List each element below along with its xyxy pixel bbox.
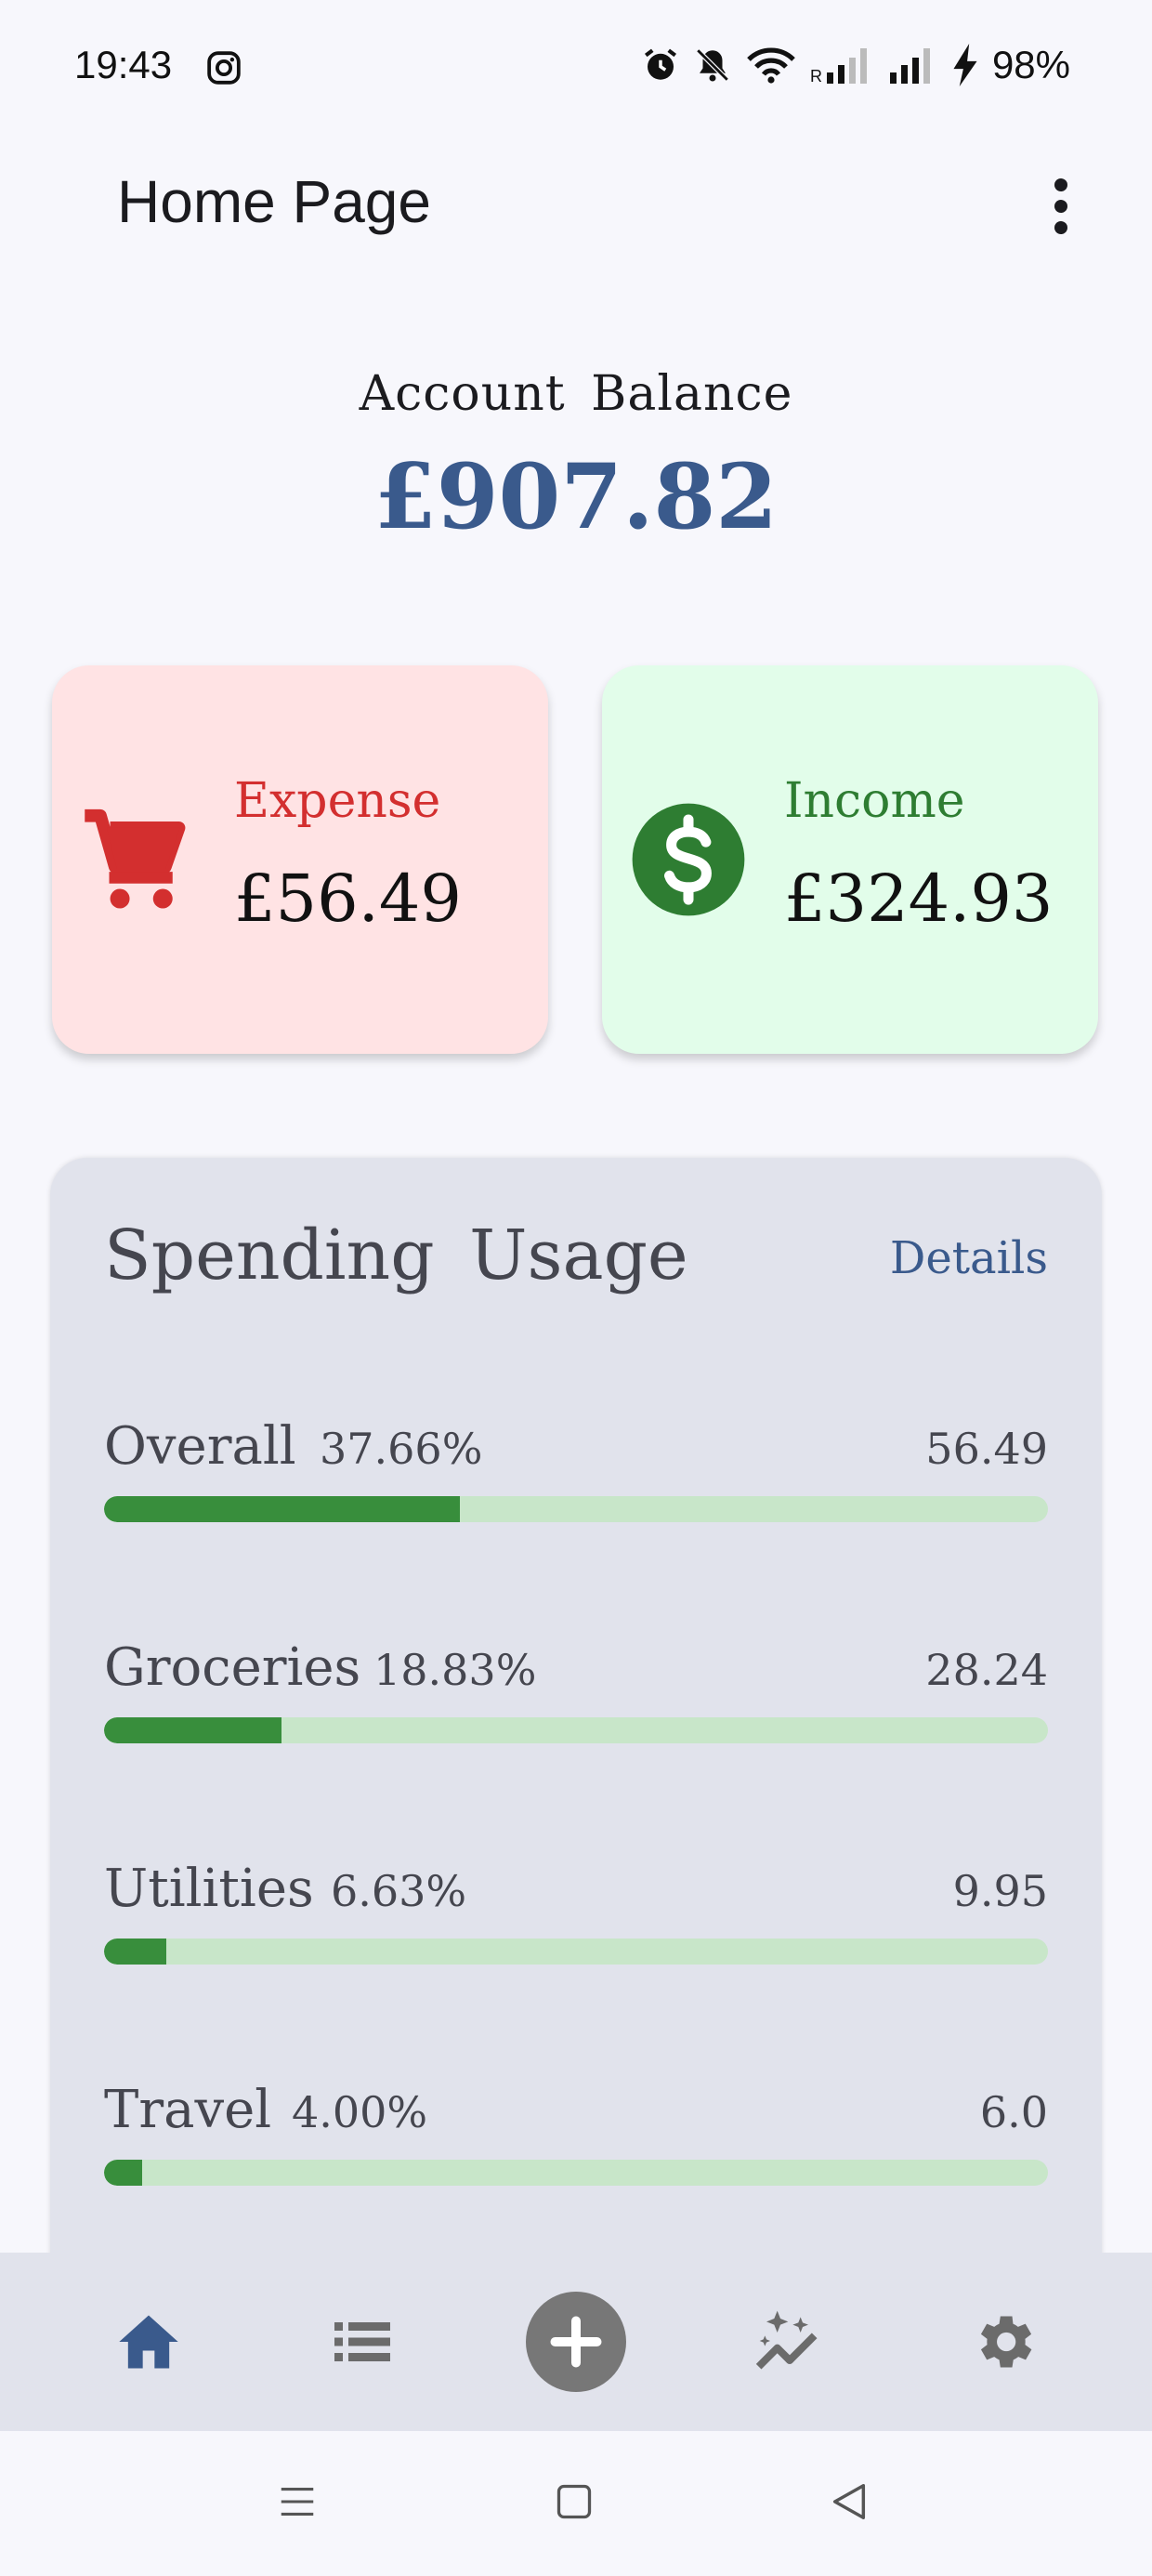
details-link[interactable]: Details	[890, 1232, 1048, 1284]
usage-progress-track	[104, 1717, 1048, 1743]
income-card[interactable]: Income £324.93	[602, 665, 1098, 1054]
income-value: £324.93	[784, 861, 1054, 937]
usage-percent: 4.00%	[292, 2087, 428, 2137]
nav-insights[interactable]	[745, 2297, 834, 2386]
menu-dot	[1054, 221, 1067, 234]
usage-progress-fill	[104, 1496, 460, 1522]
battery-level: 98%	[991, 43, 1070, 86]
back-button[interactable]	[821, 2474, 877, 2530]
home-system-button[interactable]	[546, 2474, 602, 2530]
svg-text:R: R	[810, 67, 822, 85]
back-icon	[832, 2484, 866, 2519]
wifi-icon	[747, 47, 795, 84]
usage-progress-fill	[104, 1939, 167, 1965]
status-time: 19:43	[74, 43, 173, 86]
usage-amount: 56.49	[925, 1424, 1048, 1474]
charging-icon	[953, 44, 977, 86]
usage-category-name: Travel	[104, 2080, 272, 2140]
insights-icon	[755, 2310, 818, 2370]
home-icon	[119, 2315, 178, 2369]
usage-progress-track	[104, 2160, 1048, 2186]
signal-icon: R	[810, 48, 867, 85]
usage-category-name: Groceries	[104, 1637, 361, 1698]
usage-progress-fill	[104, 1717, 282, 1743]
usage-progress-track	[104, 1939, 1048, 1965]
more-vert-icon[interactable]	[1041, 173, 1081, 240]
expense-card[interactable]: Expense £56.49	[52, 665, 548, 1054]
usage-category-name: Utilities	[104, 1859, 314, 1919]
add-icon	[550, 2316, 602, 2368]
instagram-icon	[207, 51, 241, 85]
expense-label: Expense	[234, 773, 441, 829]
nav-settings[interactable]	[959, 2297, 1048, 2386]
usage-row-utilities: Utilities 6.63% 9.95	[104, 1859, 1048, 1989]
spending-usage-title: Spending Usage	[104, 1216, 688, 1295]
usage-amount: 6.0	[979, 2087, 1048, 2137]
income-label: Income	[784, 773, 965, 829]
usage-amount: 28.24	[925, 1645, 1048, 1695]
recents-button[interactable]	[269, 2474, 325, 2530]
spending-usage-card: Spending Usage Details Overall 37.66% 56…	[50, 1158, 1102, 2273]
usage-row-travel: Travel 4.00% 6.0	[104, 2080, 1048, 2210]
usage-row-groceries: Groceries 18.83% 28.24	[104, 1637, 1048, 1768]
status-icons: R 98%	[641, 43, 1070, 87]
usage-percent: 18.83%	[373, 1645, 537, 1695]
bell-off-icon	[696, 48, 729, 82]
recents-icon	[281, 2488, 314, 2516]
nav-home[interactable]	[104, 2297, 193, 2386]
menu-dot	[1054, 200, 1067, 213]
status-bar: 19:43 R 98%	[0, 0, 1152, 139]
usage-progress-track	[104, 1496, 1048, 1522]
expense-value: £56.49	[234, 861, 462, 937]
nav-list[interactable]	[318, 2297, 407, 2386]
list-icon	[334, 2322, 390, 2361]
page-title: Home Page	[117, 168, 431, 235]
usage-category-name: Overall	[104, 1416, 296, 1477]
system-navigation	[0, 2431, 1152, 2576]
alarm-icon	[644, 48, 676, 80]
usage-percent: 37.66%	[320, 1424, 483, 1474]
signal-icon	[889, 48, 930, 84]
dollar-icon	[632, 803, 745, 916]
balance-label: Account Balance	[359, 366, 793, 422]
cart-icon	[85, 808, 186, 909]
usage-row-overall: Overall 37.66% 56.49	[104, 1416, 1048, 1546]
bottom-navigation	[0, 2253, 1152, 2431]
usage-progress-fill	[104, 2160, 142, 2186]
home-square-icon	[556, 2484, 592, 2519]
usage-amount: 9.95	[952, 1866, 1048, 1916]
add-transaction-button[interactable]	[526, 2292, 626, 2392]
usage-percent: 6.63%	[331, 1866, 467, 1916]
menu-dot	[1054, 178, 1067, 191]
settings-icon	[980, 2316, 1032, 2368]
balance-amount: £907.82	[373, 444, 779, 549]
